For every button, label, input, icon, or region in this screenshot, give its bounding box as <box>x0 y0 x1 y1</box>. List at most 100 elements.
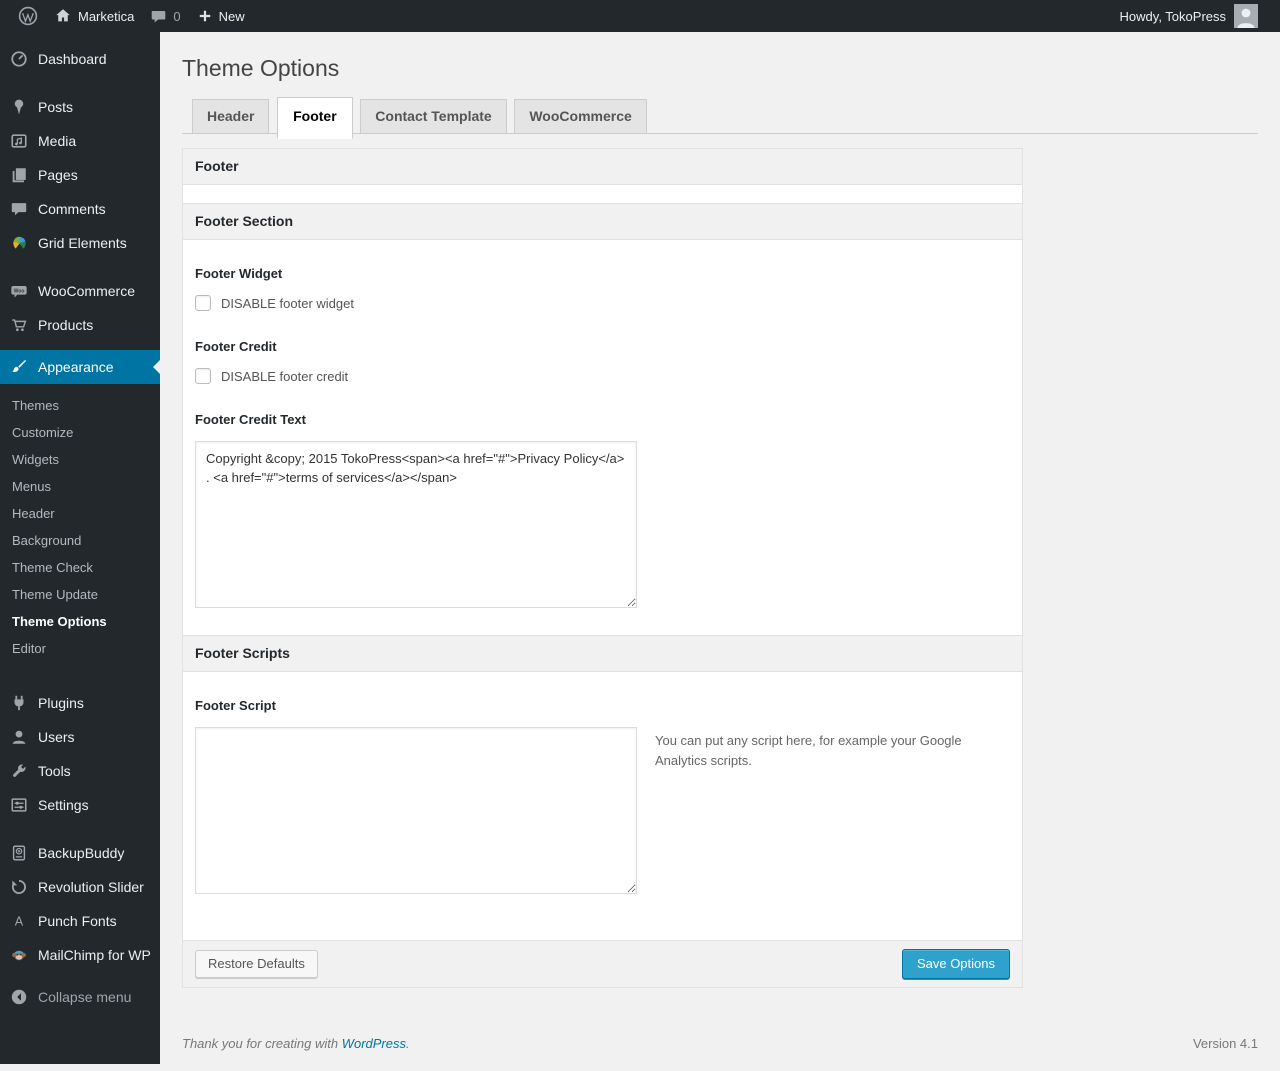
sidebar-item-backupbuddy[interactable]: BackupBuddy <box>0 836 160 870</box>
comments-count-badge: 0 <box>173 8 181 24</box>
sidebar-item-punch-fonts[interactable]: A Punch Fonts <box>0 904 160 938</box>
howdy-account-menu[interactable]: Howdy, TokoPress <box>1106 0 1266 32</box>
woocommerce-badge-icon: Woo <box>8 282 30 300</box>
letter-a-icon: A <box>8 912 30 930</box>
sidebar-item-users[interactable]: Users <box>0 720 160 754</box>
sidebar-item-label: Dashboard <box>38 51 107 67</box>
cart-icon <box>8 316 30 334</box>
footer-thanks-prefix: Thank you for creating with <box>182 1036 342 1051</box>
actions-bar: Restore Defaults Save Options <box>182 940 1023 988</box>
disable-footer-widget-label: DISABLE footer widget <box>221 295 354 311</box>
sidebar-item-label: BackupBuddy <box>38 845 125 861</box>
sidebar-item-label: Grid Elements <box>38 235 127 251</box>
media-icon <box>8 132 30 150</box>
admin-bar: Marketica 0 New Howdy, TokoPress <box>0 0 1280 32</box>
sidebar-item-settings[interactable]: Settings <box>0 788 160 822</box>
sidebar-item-pages[interactable]: Pages <box>0 158 160 192</box>
comment-bubble-icon <box>152 10 166 22</box>
comment-bubble-icon <box>8 200 30 218</box>
footer-script-help-text: You can put any script here, for example… <box>655 733 962 769</box>
paintbrush-icon <box>8 358 30 376</box>
version-label: Version 4.1 <box>1192 1036 1258 1051</box>
sidebar-item-tools[interactable]: Tools <box>0 754 160 788</box>
save-options-button[interactable]: Save Options <box>901 949 1010 979</box>
footer-panel-body <box>182 185 1023 203</box>
footer-scripts-header: Footer Scripts <box>182 635 1023 672</box>
svg-text:A: A <box>15 915 24 929</box>
new-content-menu[interactable]: New <box>189 0 253 32</box>
plug-icon <box>8 694 30 712</box>
submenu-item-customize[interactable]: Customize <box>0 419 160 446</box>
footer-widget-checkbox-row: DISABLE footer widget <box>195 295 1010 311</box>
tab-contact-template[interactable]: Contact Template <box>360 99 507 134</box>
sidebar-item-label: Settings <box>38 797 89 813</box>
submenu-item-theme-check[interactable]: Theme Check <box>0 554 160 581</box>
plus-icon <box>199 10 210 22</box>
home-icon <box>56 9 70 22</box>
theme-options-panel: Footer Footer Section Footer Widget DISA… <box>182 148 1023 988</box>
pin-icon <box>8 98 30 116</box>
footer-thanks-text: Thank you for creating with WordPress. <box>182 1036 410 1051</box>
sidebar-item-label: Revolution Slider <box>38 879 144 895</box>
sidebar-item-media[interactable]: Media <box>0 124 160 158</box>
disable-footer-credit-checkbox[interactable] <box>195 368 211 384</box>
sliders-icon <box>8 796 30 814</box>
collapse-menu-button[interactable]: Collapse menu <box>0 980 160 1014</box>
avatar <box>1234 4 1258 28</box>
sidebar-item-dashboard[interactable]: Dashboard <box>0 42 160 76</box>
footer-panel-header: Footer <box>182 148 1023 185</box>
backup-drive-icon <box>8 844 30 862</box>
tab-header[interactable]: Header <box>192 99 270 134</box>
wrench-icon <box>8 762 30 780</box>
sidebar-item-label: Users <box>38 729 75 745</box>
tab-footer[interactable]: Footer <box>277 97 353 139</box>
wordpress-logo-menu[interactable] <box>10 0 46 32</box>
page-title: Theme Options <box>182 55 340 81</box>
refresh-icon <box>8 878 30 896</box>
sidebar-item-appearance[interactable]: Appearance <box>0 350 160 384</box>
sidebar-item-plugins[interactable]: Plugins <box>0 686 160 720</box>
submenu-item-header[interactable]: Header <box>0 500 160 527</box>
disable-footer-credit-label: DISABLE footer credit <box>221 368 349 384</box>
sidebar-item-comments[interactable]: Comments <box>0 192 160 226</box>
sidebar-item-label: Products <box>38 317 94 333</box>
restore-defaults-button[interactable]: Restore Defaults <box>195 950 318 978</box>
admin-footer: Thank you for creating with WordPress. V… <box>182 1036 1258 1071</box>
footer-credit-checkbox-row: DISABLE footer credit <box>195 368 1010 384</box>
wordpress-link[interactable]: WordPress <box>342 1036 406 1051</box>
grid-elements-icon <box>8 235 30 252</box>
sidebar-item-label: Tools <box>38 763 71 779</box>
disable-footer-widget-checkbox[interactable] <box>195 295 211 311</box>
new-label: New <box>218 8 245 24</box>
tab-woocommerce[interactable]: WooCommerce <box>514 99 647 134</box>
submenu-item-menus[interactable]: Menus <box>0 473 160 500</box>
submenu-item-themes[interactable]: Themes <box>0 392 160 419</box>
sidebar-item-mailchimp[interactable]: MailChimp for WP <box>0 938 160 972</box>
footer-script-label: Footer Script <box>195 698 276 713</box>
sidebar-item-products[interactable]: Products <box>0 308 160 342</box>
admin-sidebar: Dashboard Posts Media Pages Comments Gri… <box>0 32 160 1064</box>
site-name-menu[interactable]: Marketica <box>46 0 142 32</box>
footer-credit-text-textarea[interactable]: Copyright &copy; 2015 TokoPress<span><a … <box>195 441 637 608</box>
sidebar-item-grid-elements[interactable]: Grid Elements <box>0 226 160 260</box>
sidebar-item-posts[interactable]: Posts <box>0 90 160 124</box>
footer-credit-label: Footer Credit <box>195 339 277 354</box>
wordpress-logo-icon <box>18 6 38 26</box>
main-content: Theme Options Header Footer Contact Temp… <box>160 0 1280 1071</box>
sidebar-item-label: Posts <box>38 99 74 115</box>
footer-script-textarea[interactable] <box>195 727 637 894</box>
submenu-item-widgets[interactable]: Widgets <box>0 446 160 473</box>
tab-bar: Header Footer Contact Template WooCommer… <box>182 97 1258 139</box>
footer-credit-text-label: Footer Credit Text <box>195 412 306 427</box>
submenu-item-editor[interactable]: Editor <box>0 635 160 662</box>
sidebar-item-revolution-slider[interactable]: Revolution Slider <box>0 870 160 904</box>
submenu-item-background[interactable]: Background <box>0 527 160 554</box>
submenu-item-theme-options[interactable]: Theme Options <box>0 608 160 635</box>
user-icon <box>8 728 30 746</box>
submenu-item-theme-update[interactable]: Theme Update <box>0 581 160 608</box>
comments-menu[interactable]: 0 <box>142 0 188 32</box>
collapse-arrow-icon <box>8 988 30 1006</box>
sidebar-item-woocommerce[interactable]: Woo WooCommerce <box>0 274 160 308</box>
sidebar-item-label: Media <box>38 133 77 149</box>
pages-icon <box>8 166 30 184</box>
